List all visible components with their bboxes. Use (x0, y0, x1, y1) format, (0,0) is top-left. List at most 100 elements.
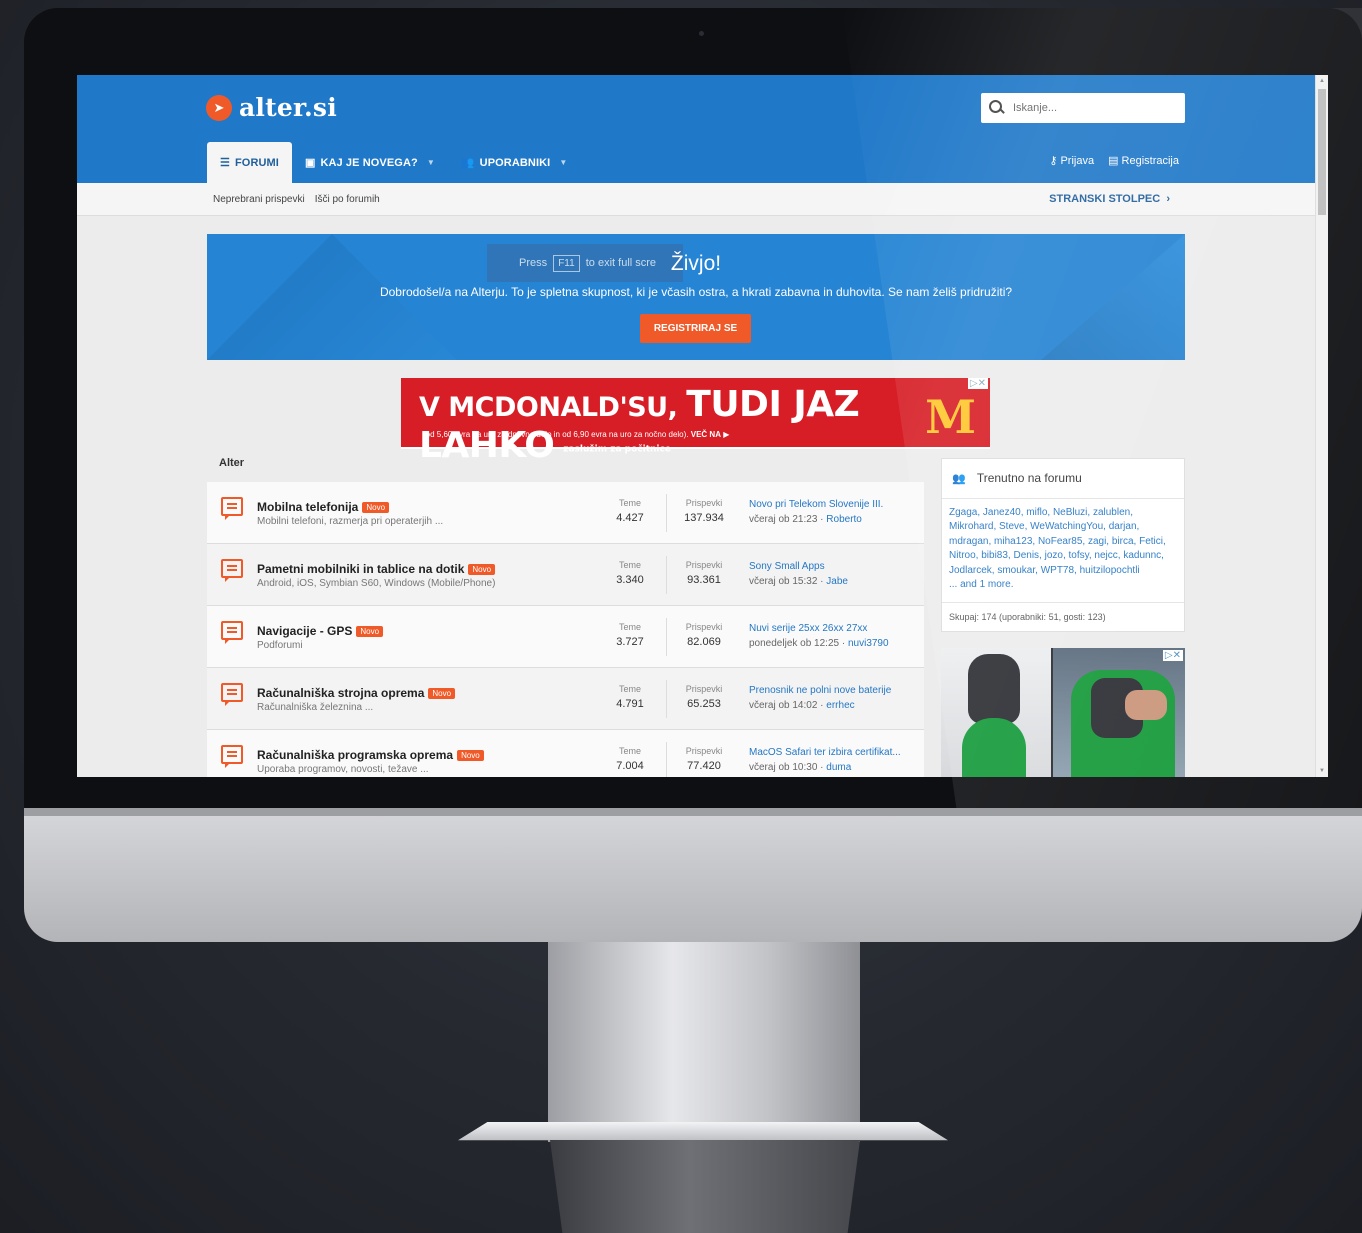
forum-name[interactable]: Pametni mobilniki in tablice na dotik Nov… (257, 562, 496, 576)
posts-stat: Prispevki 93.361 (674, 560, 734, 586)
forum-row[interactable]: Računalniška programska oprema Novo Uporab… (207, 730, 924, 777)
scroll-thumb[interactable] (1318, 89, 1326, 215)
forum-description: Android, iOS, Symbian S60, Windows (Mobi… (257, 578, 496, 589)
latest-user-link[interactable]: duma (826, 762, 851, 773)
forum-row[interactable]: Računalniška strojna oprema Novo Računalni… (207, 668, 924, 730)
forum-title[interactable]: Računalniška strojna oprema (257, 686, 424, 700)
ad-cta: VEČ NA (690, 430, 721, 439)
posts-label: Prispevki (685, 746, 723, 756)
ad-close-icon[interactable]: ▷✕ (967, 378, 988, 389)
threads-stat: Teme 3.727 (600, 622, 660, 648)
posts-value: 82.069 (687, 636, 721, 648)
latest-thread-link[interactable]: Novo pri Telekom Slovenije III. (749, 499, 919, 510)
search-icon (981, 93, 1011, 123)
forum-title[interactable]: Pametni mobilniki in tablice na dotik (257, 562, 464, 576)
forum-name[interactable]: Mobilna telefonija Novo (257, 500, 390, 514)
threads-value: 7.004 (616, 760, 644, 772)
search-box[interactable] (981, 93, 1185, 123)
threads-label: Teme (618, 684, 641, 694)
online-total: Skupaj: 174 (uporabniki: 51, gosti: 123) (942, 602, 1184, 622)
latest-user-link[interactable]: nuvi3790 (848, 638, 889, 649)
register-button[interactable]: REGISTRIRAJ SE (640, 314, 751, 343)
scroll-down-icon[interactable]: ▼ (1319, 768, 1325, 774)
sub-navigation: Neprebrani prispevki Išči po forumih STR… (77, 183, 1315, 216)
search-input[interactable] (1013, 102, 1173, 114)
tab-forumi[interactable]: ☰ FORUMI (207, 142, 292, 183)
tab-label: KAJ JE NOVEGA? (320, 156, 418, 169)
posts-stat: Prispevki 65.253 (674, 684, 734, 710)
unread-posts-link[interactable]: Neprebrani prispevki (213, 194, 305, 205)
register-link[interactable]: ▤ Registracija (1108, 154, 1179, 167)
latest-user-link[interactable]: errhec (826, 700, 854, 711)
forum-row[interactable]: Mobilna telefonija Novo Mobilni telefoni, … (207, 482, 924, 544)
latest-user-link[interactable]: Jabe (826, 576, 848, 587)
forum-row[interactable]: Navigacije - GPS Novo Podforumi Teme 3.727 Pr… (207, 606, 924, 668)
chevron-down-icon[interactable]: ▼ (427, 158, 435, 167)
latest-thread-link[interactable]: MacOS Safari ter izbira certifikat... (749, 747, 919, 758)
search-forums-link[interactable]: Išči po forumih (315, 194, 380, 205)
divider (666, 680, 667, 718)
sidebar-advertisement[interactable]: ▷✕ (941, 648, 1185, 777)
latest-meta: včeraj ob 15:32 · Jabe (749, 576, 919, 587)
chevron-down-icon[interactable]: ▼ (559, 158, 567, 167)
latest-thread-link[interactable]: Sony Small Apps (749, 561, 919, 572)
forum-icon (221, 683, 243, 706)
divider (666, 618, 667, 656)
posts-label: Prispevki (685, 560, 723, 570)
forum-name[interactable]: Računalniška programska oprema Novo (257, 748, 484, 762)
posts-stat: Prispevki 77.420 (674, 746, 734, 772)
latest-thread-link[interactable]: Nuvi serije 25xx 26xx 27xx (749, 623, 919, 634)
latest-meta: ponedeljek ob 12:25 · nuvi3790 (749, 638, 919, 649)
latest-time: včeraj ob 14:02 · (749, 700, 824, 711)
tab-kaj-je-novega[interactable]: ▣ KAJ JE NOVEGA? ▼ (292, 142, 448, 183)
threads-stat: Teme 4.427 (600, 498, 660, 524)
posts-value: 65.253 (687, 698, 721, 710)
scroll-up-icon[interactable]: ▲ (1319, 78, 1325, 84)
latest-post: Novo pri Telekom Slovenije III. včeraj ob… (749, 499, 919, 525)
login-link[interactable]: ⚷ Prijava (1049, 154, 1094, 167)
forum-description: Podforumi (257, 640, 303, 651)
sidebar-toggle-link[interactable]: STRANSKI STOLPEC › (1049, 193, 1170, 205)
forum-title[interactable]: Računalniška programska oprema (257, 748, 453, 762)
forum-name[interactable]: Navigacije - GPS Novo (257, 624, 384, 638)
latest-time: včeraj ob 15:32 · (749, 576, 824, 587)
forum-name[interactable]: Računalniška strojna oprema Novo (257, 686, 456, 700)
tab-uporabniki[interactable]: 👥 UPORABNIKI ▼ (448, 142, 581, 183)
posts-stat: Prispevki 137.934 (674, 498, 734, 524)
forum-icon (221, 621, 243, 644)
online-user-list[interactable]: Zgaga, Janez40, miflo, NeBluzi, zalublen… (942, 499, 1184, 592)
latest-meta: včeraj ob 21:23 · Roberto (749, 514, 919, 525)
mcdonalds-logo-icon: M (925, 390, 976, 444)
online-header: 👥 Trenutno na forumu (942, 459, 1184, 499)
online-users-text[interactable]: Zgaga, Janez40, miflo, NeBluzi, zalublen… (949, 507, 1166, 576)
posts-value: 77.420 (687, 760, 721, 772)
latest-time: včeraj ob 21:23 · (749, 514, 824, 525)
threads-stat: Teme 4.791 (600, 684, 660, 710)
advertisement-banner[interactable]: V MCDONALD'SU, TUDI JAZ LAHKO zaslužim z… (401, 378, 990, 466)
forum-list: Mobilna telefonija Novo Mobilni telefoni, … (207, 482, 924, 777)
latest-thread-link[interactable]: Prenosnik ne polni nove baterije (749, 685, 919, 696)
sidebar-toggle-label: STRANSKI STOLPEC (1049, 193, 1161, 205)
ad-subline-text: (od 5,60 evra na uro za dnevno delo in o… (423, 430, 689, 439)
forum-title[interactable]: Mobilna telefonija (257, 500, 358, 514)
forum-title[interactable]: Navigacije - GPS (257, 624, 352, 638)
threads-label: Teme (618, 560, 641, 570)
forum-description: Mobilni telefoni, razmerja pri operaterj… (257, 516, 444, 527)
banner-title: Živjo! (670, 252, 722, 275)
online-title: Trenutno na forumu (976, 471, 1082, 485)
tab-label: UPORABNIKI (479, 156, 551, 169)
divider (666, 742, 667, 777)
forum-row[interactable]: Pametni mobilniki in tablice na dotik Nov… (207, 544, 924, 606)
scrollbar[interactable]: ▲ ▼ (1315, 75, 1328, 777)
latest-user-link[interactable]: Roberto (826, 514, 862, 525)
logo-text: alter.si (239, 93, 337, 122)
online-more-link[interactable]: ... and 1 more. (949, 579, 1013, 590)
threads-value: 3.340 (616, 574, 644, 586)
monitor-stand (548, 942, 860, 1142)
site-logo[interactable]: ➤ alter.si (206, 93, 337, 122)
comment-icon: ▣ (304, 157, 316, 169)
new-badge: Novo (428, 688, 456, 700)
monitor-chin-edge (24, 808, 1362, 816)
chevron-right-icon: › (1163, 193, 1170, 205)
ad-close-icon[interactable]: ▷✕ (1162, 650, 1183, 661)
